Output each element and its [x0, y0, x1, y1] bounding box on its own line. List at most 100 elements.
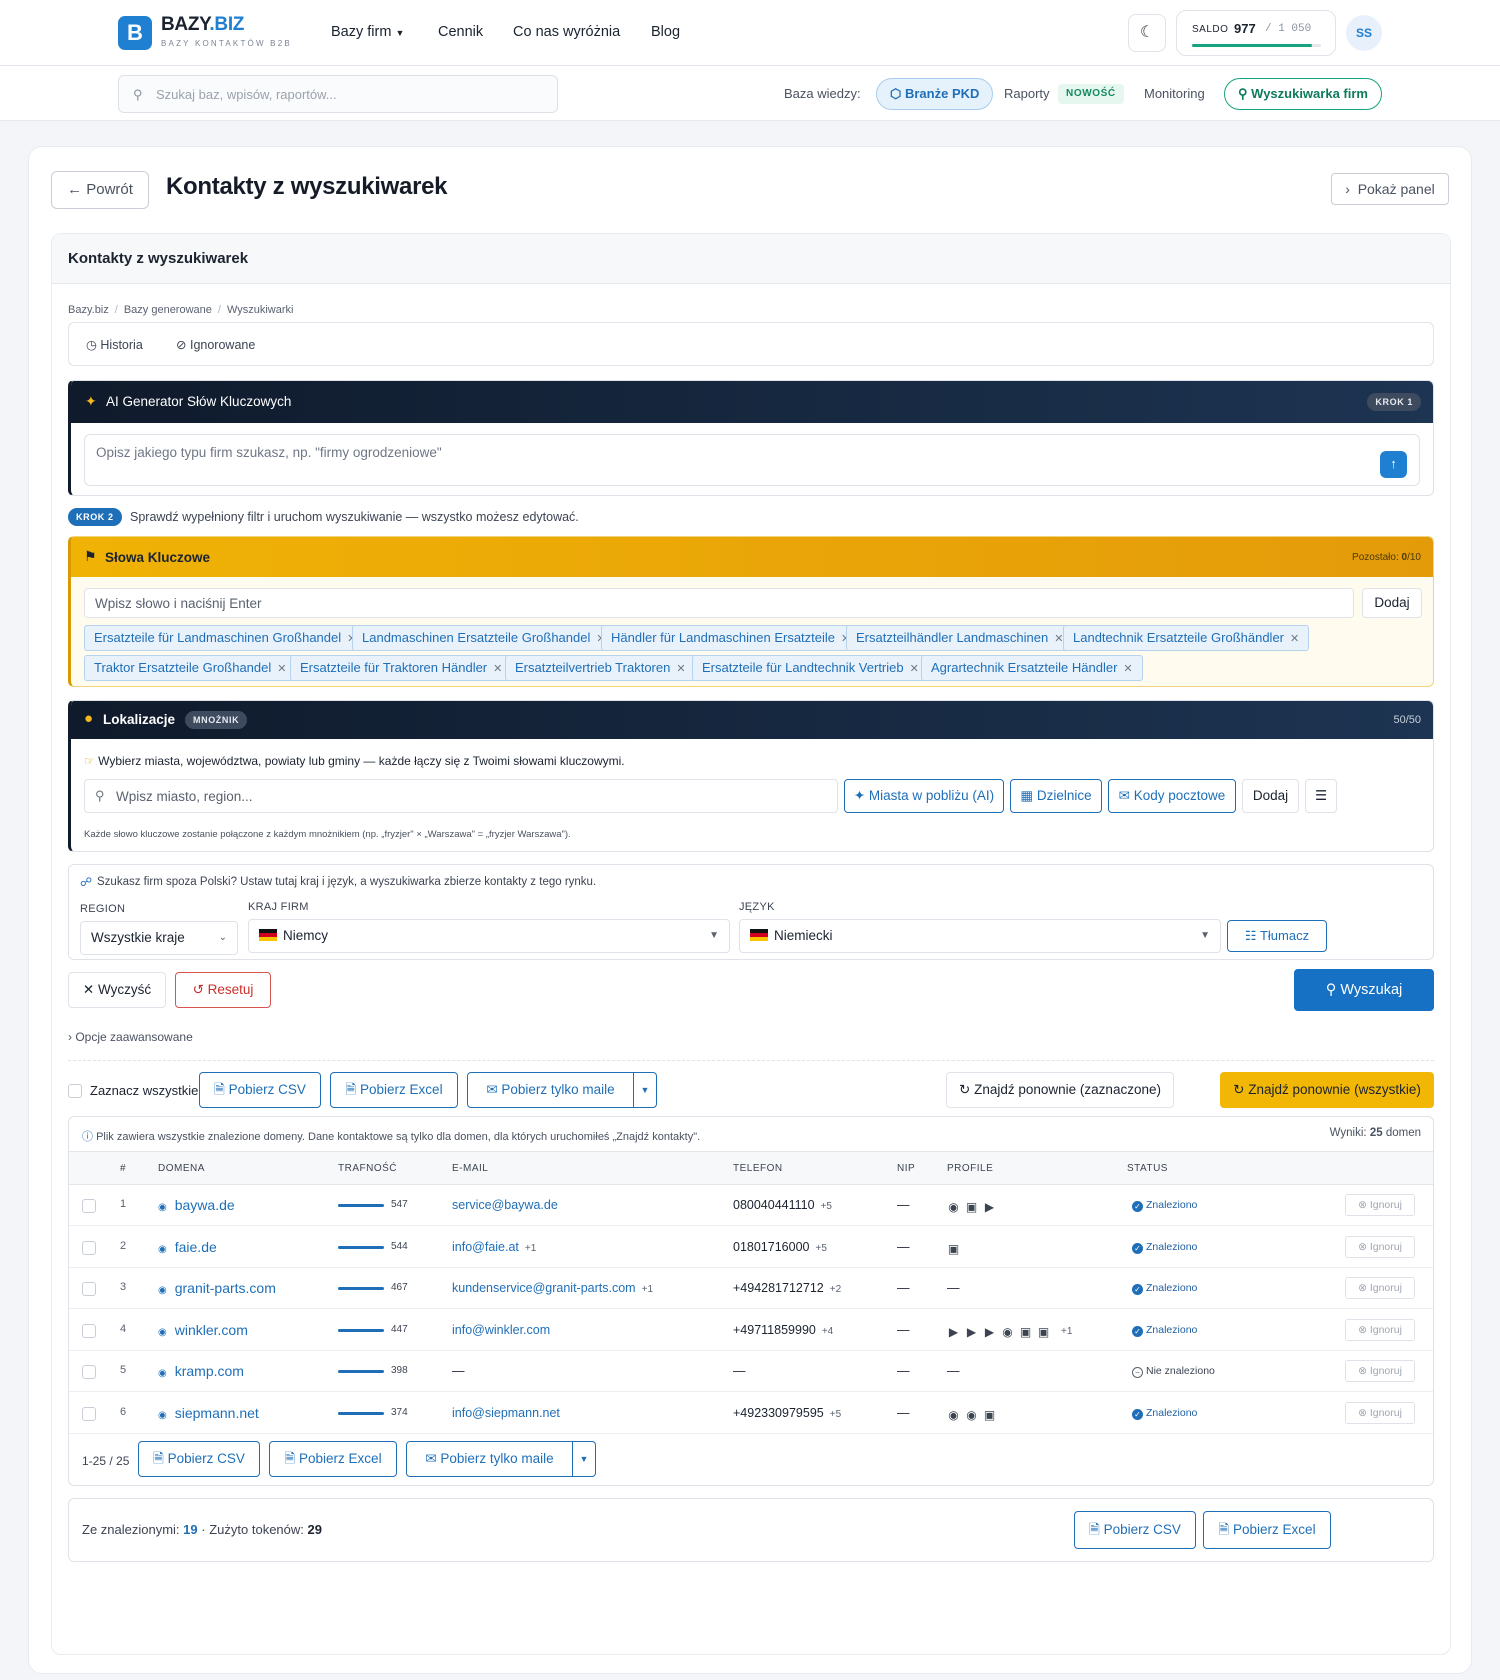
postal-codes-button[interactable]: ✉ Kody pocztowe: [1108, 779, 1236, 813]
domain-link[interactable]: ◉ granit-parts.com: [158, 1280, 276, 1296]
advanced-options-toggle[interactable]: › Opcje zaawansowane: [68, 1030, 193, 1044]
ai-send-button[interactable]: ↑: [1380, 451, 1407, 478]
ignore-button[interactable]: ⊗ Ignoruj: [1345, 1277, 1415, 1299]
download-excel-button[interactable]: 🗎 Pobierz Excel: [269, 1441, 397, 1477]
keyword-chip[interactable]: Ersatzteile für Landmaschinen Großhandel…: [84, 625, 367, 651]
keyword-chip[interactable]: Landtechnik Ersatzteile Großhändler ✕: [1063, 625, 1310, 651]
download-csv-button[interactable]: 🗎 Pobierz CSV: [138, 1441, 260, 1477]
keyword-chip[interactable]: Traktor Ersatzteile Großhandel ✕: [84, 655, 297, 681]
tab-ignored[interactable]: ⊘ Ignorowane: [176, 337, 255, 352]
nav-co-nas-wyroznia[interactable]: Co nas wyróżnia: [513, 24, 620, 40]
email-cell[interactable]: info@faie.at +1: [452, 1240, 536, 1254]
wyszukiwarka-firm-button[interactable]: ⚲ Wyszukiwarka firm: [1224, 78, 1382, 110]
list-button[interactable]: ☰: [1305, 779, 1337, 813]
download-emails-button[interactable]: ✉ Pobierz tylko maile: [406, 1441, 573, 1477]
country-select[interactable]: Niemcy ▼: [248, 919, 730, 953]
instagram-icon[interactable]: ▣: [965, 1201, 978, 1214]
facebook-icon[interactable]: ◉: [947, 1201, 960, 1214]
row-checkbox[interactable]: [82, 1282, 96, 1296]
close-icon[interactable]: ✕: [277, 663, 286, 675]
monitoring-link[interactable]: Monitoring: [1144, 86, 1205, 101]
refind-selected-button[interactable]: ↻ Znajdź ponownie (zaznaczone): [946, 1072, 1174, 1108]
domain-link[interactable]: ◉ siepmann.net: [158, 1405, 259, 1421]
dark-mode-toggle[interactable]: ☾: [1128, 14, 1166, 52]
close-icon[interactable]: ✕: [910, 663, 919, 675]
col-header[interactable]: DOMENA: [158, 1163, 205, 1174]
location-add-button[interactable]: Dodaj: [1242, 779, 1299, 813]
download-csv-button[interactable]: 🗎 Pobierz CSV: [199, 1072, 321, 1108]
select-all-checkbox[interactable]: [68, 1084, 82, 1098]
facebook-icon[interactable]: ◉: [947, 1408, 960, 1422]
youtube-icon[interactable]: ▶: [965, 1325, 978, 1339]
keyword-chip[interactable]: Agrartechnik Ersatzteile Händler ✕: [921, 655, 1143, 681]
row-checkbox[interactable]: [82, 1323, 96, 1338]
translate-button[interactable]: ☷ Tłumacz: [1227, 920, 1327, 952]
clear-button[interactable]: ✕ Wyczyść: [68, 972, 166, 1008]
nav-blog[interactable]: Blog: [651, 24, 680, 40]
instagram-icon[interactable]: ▣: [1037, 1325, 1050, 1339]
saldo-widget[interactable]: SALDO 977 / 1 050: [1176, 10, 1336, 56]
region-select[interactable]: Wszystkie kraje ⌄: [80, 921, 238, 955]
ignore-button[interactable]: ⊗ Ignoruj: [1345, 1360, 1415, 1382]
keyword-input[interactable]: Wpisz słowo i naciśnij Enter: [84, 588, 1354, 618]
table-row[interactable]: 6 ◉ siepmann.net 374 info@siepmann.net +4…: [69, 1393, 1433, 1434]
footer-download-csv-button[interactable]: 🗎 Pobierz CSV: [1074, 1511, 1196, 1549]
youtube-icon[interactable]: ▶: [947, 1325, 960, 1339]
table-row[interactable]: 3 ◉ granit-parts.com 467 kundenservice@gr…: [69, 1268, 1433, 1309]
raporty-link[interactable]: Raporty: [1004, 86, 1050, 101]
ignore-button[interactable]: ⊗ Ignoruj: [1345, 1235, 1415, 1258]
instagram-icon[interactable]: ▣: [983, 1408, 996, 1422]
tab-history[interactable]: ◷ Historia: [86, 337, 143, 352]
domain-link[interactable]: ◉ baywa.de: [158, 1197, 235, 1213]
table-row[interactable]: 1 ◉ baywa.de 547 service@baywa.de 0800404…: [69, 1185, 1433, 1226]
back-button[interactable]: ← Powrót: [51, 171, 149, 209]
close-icon[interactable]: ✕: [1290, 633, 1299, 645]
ai-description-input[interactable]: Opisz jakiego typu firm szukasz, np. "fi…: [84, 434, 1420, 486]
row-checkbox[interactable]: [82, 1365, 96, 1379]
footer-download-excel-button[interactable]: 🗎 Pobierz Excel: [1203, 1511, 1331, 1549]
keyword-chip[interactable]: Ersatzteilhändler Landmaschinen ✕: [846, 625, 1074, 651]
breadcrumb-item[interactable]: Bazy.biz: [68, 304, 109, 316]
table-row[interactable]: 2 ◉ faie.de 544 info@faie.at +1 0180171600…: [69, 1227, 1433, 1268]
keyword-chip[interactable]: Ersatzteilvertrieb Traktoren ✕: [505, 655, 696, 681]
facebook-icon[interactable]: ◉: [1001, 1325, 1014, 1339]
keyword-chip[interactable]: Händler für Landmaschinen Ersatzteile✕: [601, 625, 861, 651]
table-row[interactable]: 5 ◉ kramp.com 398 — — — — − Nie znaleziono…: [69, 1351, 1433, 1392]
branze-pkd-button[interactable]: ⬡ Branże PKD: [876, 78, 994, 110]
download-dropdown-toggle[interactable]: ▼: [633, 1072, 657, 1108]
domain-link[interactable]: ◉ faie.de: [158, 1239, 217, 1255]
email-cell[interactable]: info@winkler.com: [452, 1323, 556, 1337]
close-icon[interactable]: ✕: [676, 663, 685, 675]
avatar[interactable]: SS: [1346, 15, 1382, 51]
row-checkbox[interactable]: [82, 1240, 96, 1255]
ignore-button[interactable]: ⊗ Ignoruj: [1345, 1318, 1415, 1341]
download-emails-button[interactable]: ✉ Pobierz tylko maile: [467, 1072, 634, 1108]
facebook-icon[interactable]: ◉: [965, 1408, 978, 1422]
email-cell[interactable]: service@baywa.de: [452, 1198, 564, 1212]
keyword-add-button[interactable]: Dodaj: [1362, 588, 1422, 618]
breadcrumb-item[interactable]: Bazy generowane: [124, 304, 212, 316]
close-icon[interactable]: ✕: [1123, 663, 1132, 675]
row-checkbox[interactable]: [82, 1406, 96, 1421]
keyword-chip[interactable]: Landmaschinen Ersatzteile Großhandel✕: [352, 625, 616, 651]
download-excel-button[interactable]: 🗎 Pobierz Excel: [330, 1072, 458, 1108]
districts-button[interactable]: ▦ Dzielnice: [1010, 779, 1102, 813]
instagram-icon[interactable]: ▣: [947, 1242, 960, 1256]
close-icon[interactable]: ✕: [493, 663, 502, 675]
download-dropdown-toggle[interactable]: ▼: [572, 1441, 596, 1477]
domain-link[interactable]: ◉ winkler.com: [158, 1322, 248, 1338]
global-search-input[interactable]: ⚲ Szukaj baz, wpisów, raportów...: [118, 75, 558, 113]
show-panel-button[interactable]: › Pokaż panel: [1331, 173, 1449, 205]
language-select[interactable]: Niemiecki ▼: [739, 919, 1221, 953]
logo-name[interactable]: BAZY.BIZ: [161, 14, 244, 36]
domain-link[interactable]: ◉ kramp.com: [158, 1363, 244, 1379]
logo-icon[interactable]: B: [118, 16, 152, 50]
row-checkbox[interactable]: [82, 1199, 96, 1213]
instagram-icon[interactable]: ▣: [1019, 1325, 1032, 1339]
youtube-icon[interactable]: ▶: [983, 1201, 996, 1214]
location-input[interactable]: ⚲ Wpisz miasto, region...: [84, 779, 838, 813]
email-cell[interactable]: info@siepmann.net: [452, 1406, 566, 1420]
nearby-cities-button[interactable]: ✦ Miasta w pobliżu (AI): [844, 779, 1004, 813]
email-cell[interactable]: kundenservice@granit-parts.com +1: [452, 1281, 653, 1295]
refind-all-button[interactable]: ↻ Znajdź ponownie (wszystkie): [1220, 1072, 1434, 1108]
